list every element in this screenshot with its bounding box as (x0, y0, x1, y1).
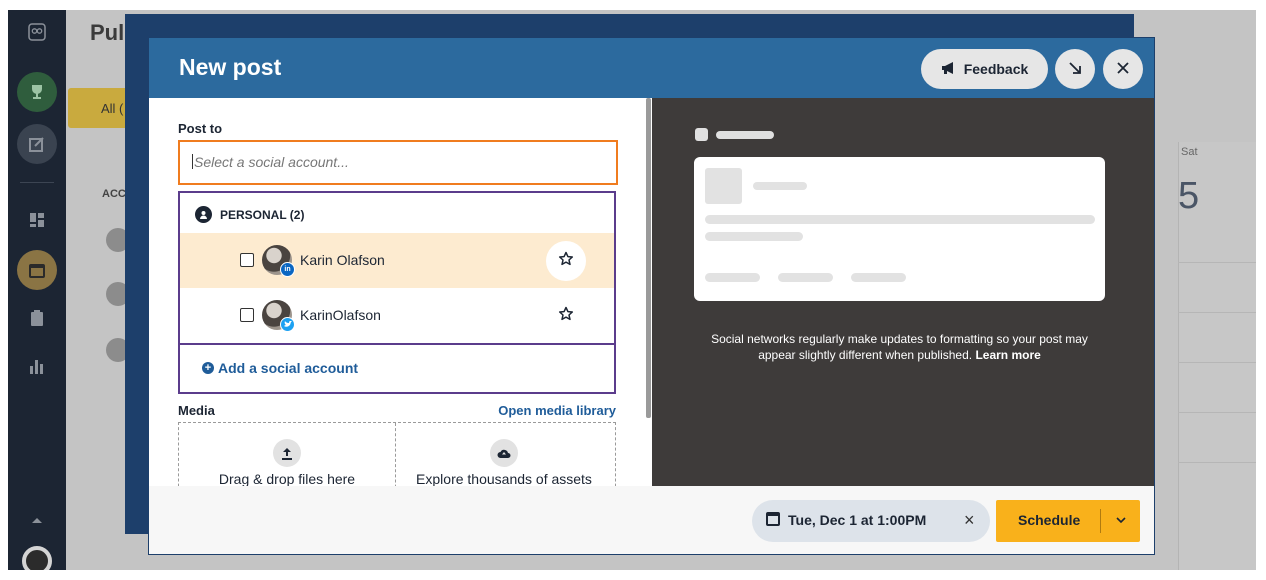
calendar-gridline (1178, 462, 1256, 463)
compose-scrollbar[interactable] (646, 98, 651, 418)
account-group-header: PERSONAL (2) (195, 206, 304, 223)
calendar-day-label: Sat (1181, 146, 1198, 158)
schedule-button[interactable]: Schedule (996, 500, 1140, 542)
close-button[interactable] (1103, 49, 1143, 89)
megaphone-icon (941, 61, 957, 78)
skeleton-line (705, 215, 1095, 224)
post-to-label: Post to (178, 121, 223, 136)
calendar-day-number: 5 (1178, 175, 1200, 217)
account-dropdown-list: PERSONAL (2) in Karin Olafson KarinOlafs… (178, 191, 616, 394)
schedule-button-divider (1100, 509, 1101, 533)
dashboard-icon[interactable] (17, 206, 57, 234)
social-account-search-input[interactable]: Select a social account... (178, 140, 618, 185)
nav-divider (20, 182, 54, 183)
preview-skeleton-bar (716, 131, 774, 139)
calendar-gridline (1178, 362, 1256, 363)
person-icon (195, 206, 212, 223)
clipboard-icon[interactable] (17, 304, 57, 332)
account-name: KarinOlafson (300, 307, 381, 323)
account-input-placeholder: Select a social account... (194, 154, 349, 170)
account-name: Karin Olafson (300, 252, 385, 268)
skeleton-line (851, 273, 906, 282)
upload-dropzone[interactable]: Drag & drop files here (179, 423, 395, 486)
arrow-down-right-icon (1068, 59, 1082, 80)
preview-disclaimer: Social networks regularly make updates t… (694, 331, 1105, 363)
schedule-label: Schedule (1018, 512, 1081, 528)
compose-icon[interactable] (17, 124, 57, 164)
account-checkbox[interactable] (240, 253, 254, 267)
upload-label: Drag & drop files here (218, 471, 356, 486)
account-row-twitter[interactable]: KarinOlafson (180, 288, 614, 343)
analytics-icon[interactable] (17, 352, 57, 380)
calendar-gridline (1178, 412, 1256, 413)
media-label: Media (178, 403, 215, 418)
twitter-icon (280, 317, 295, 332)
feedback-button[interactable]: Feedback (921, 49, 1048, 89)
plus-circle-icon: + (202, 362, 214, 374)
screen: Pul All ( ACC Sat 5 New post Feedback Po… (0, 0, 1266, 580)
calendar-gridline (1178, 262, 1256, 263)
explore-assets-label: Explore thousands of assets (416, 471, 592, 486)
account-checkbox[interactable] (240, 308, 254, 322)
open-media-library-link[interactable]: Open media library (498, 403, 616, 418)
media-dropzone: Drag & drop files here Explore thousands… (178, 422, 616, 486)
minimize-button[interactable] (1055, 49, 1095, 89)
modal-footer: Tue, Dec 1 at 1:00PM × Schedule (149, 486, 1154, 554)
account-row-linkedin[interactable]: in Karin Olafson (180, 233, 614, 288)
account-group-label: PERSONAL (2) (220, 207, 305, 222)
linkedin-icon: in (280, 262, 295, 277)
background-page-title: Pul (90, 20, 125, 45)
skeleton-line (705, 273, 760, 282)
explore-assets-dropzone[interactable]: Explore thousands of assets (396, 423, 612, 486)
left-nav (8, 10, 66, 570)
chevron-down-icon[interactable] (1110, 509, 1132, 531)
favorite-star-button[interactable] (546, 296, 586, 336)
clear-date-icon[interactable]: × (964, 510, 975, 531)
skeleton-line (753, 182, 807, 190)
trophy-icon[interactable] (17, 72, 57, 112)
add-account-label: Add a social account (218, 360, 359, 376)
modal-header: New post Feedback (149, 38, 1154, 98)
learn-more-link[interactable]: Learn more (975, 348, 1040, 362)
add-social-account-link[interactable]: + Add a social account (202, 360, 358, 376)
background-accounts-label: ACC (102, 188, 126, 200)
star-icon (558, 306, 574, 327)
owl-logo-icon[interactable] (17, 18, 57, 46)
collapse-up-icon[interactable] (17, 506, 57, 534)
star-icon (558, 251, 574, 272)
calendar-nav-icon[interactable] (17, 250, 57, 290)
user-avatar[interactable] (22, 546, 52, 570)
feedback-label: Feedback (963, 61, 1029, 77)
list-divider (180, 343, 614, 345)
cloud-icon (490, 439, 518, 467)
schedule-date-text: Tue, Dec 1 at 1:00PM (788, 512, 927, 528)
skeleton-image (705, 168, 742, 204)
preview-skeleton-card (694, 157, 1105, 301)
favorite-star-button[interactable] (546, 241, 586, 281)
post-preview-pane: Social networks regularly make updates t… (652, 98, 1154, 486)
upload-icon (273, 439, 301, 467)
skeleton-line (705, 232, 803, 241)
compose-pane: Post to Select a social account... PERSO… (149, 98, 645, 486)
skeleton-line (778, 273, 833, 282)
calendar-gridline (1178, 312, 1256, 313)
preview-skeleton-avatar (695, 128, 708, 141)
modal-title: New post (179, 54, 282, 80)
background-filter[interactable]: All ( (68, 88, 130, 128)
schedule-date-pill[interactable]: Tue, Dec 1 at 1:00PM × (752, 500, 990, 542)
calendar-icon (766, 512, 780, 526)
text-caret (192, 154, 193, 169)
close-icon (1116, 59, 1130, 80)
new-post-modal: New post Feedback Post to Select a socia… (148, 37, 1155, 555)
